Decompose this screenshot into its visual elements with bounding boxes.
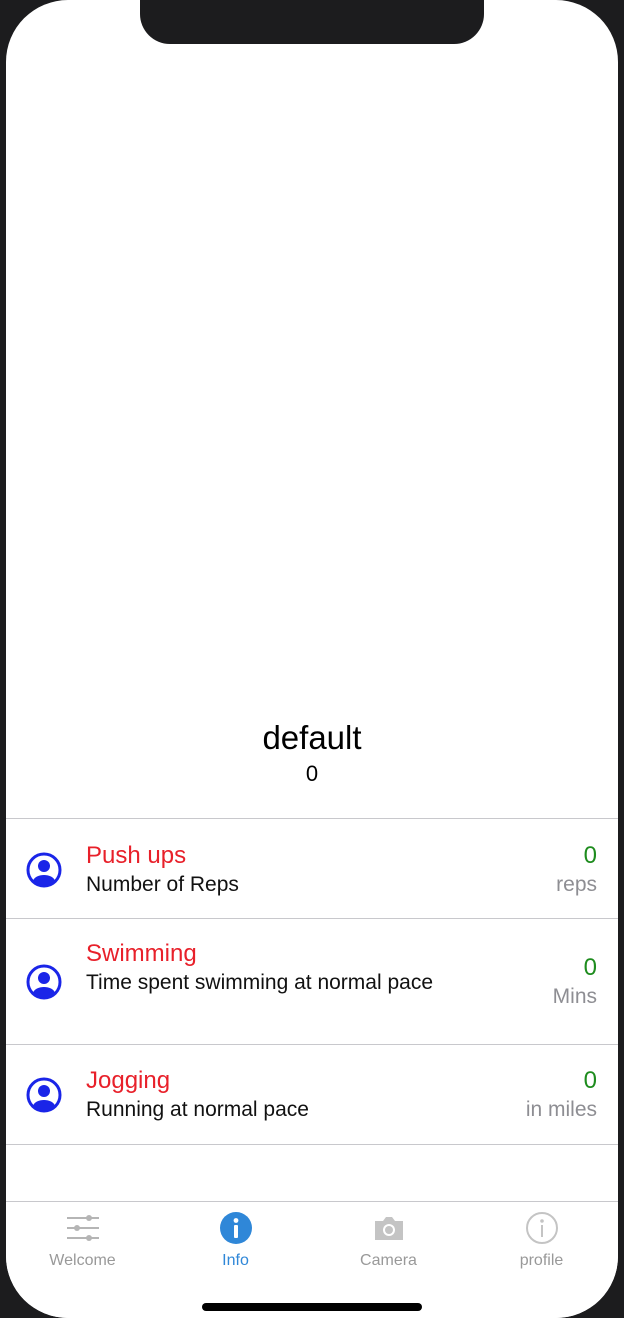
exercise-value: 0 — [583, 842, 597, 869]
exercise-description: Running at normal pace — [86, 1098, 309, 1121]
exercise-metric: 0 reps — [556, 841, 597, 898]
info-filled-icon — [220, 1212, 252, 1244]
home-indicator[interactable] — [202, 1303, 422, 1311]
exercise-texts: Swimming Time spent swimming at normal p… — [86, 939, 436, 996]
exercise-title: Push ups — [86, 842, 187, 869]
summary-value: 0 — [305, 761, 319, 786]
tab-profile[interactable]: profile — [465, 1202, 618, 1282]
device-frame: default 0 Push ups Number of Reps 0 reps — [0, 0, 624, 1318]
info-outline-icon — [526, 1212, 558, 1244]
tab-label: Info — [222, 1252, 249, 1269]
exercise-row-jogging[interactable]: Jogging Running at normal pace 0 in mile… — [6, 1045, 618, 1145]
app-screen: default 0 Push ups Number of Reps 0 reps — [6, 0, 618, 1318]
exercise-metric: 0 Mins — [553, 953, 597, 1010]
exercise-unit: in miles — [525, 1098, 597, 1121]
exercise-metric: 0 in miles — [526, 1066, 597, 1123]
tab-bar: Welcome Info Camera profile — [6, 1201, 618, 1318]
user-avatar-icon — [26, 1077, 62, 1113]
tab-label: profile — [519, 1252, 564, 1269]
device-notch — [140, 0, 484, 44]
tab-welcome[interactable]: Welcome — [6, 1202, 159, 1282]
summary-header: default 0 — [6, 718, 618, 788]
tab-info[interactable]: Info — [159, 1202, 312, 1282]
user-avatar-icon — [26, 964, 62, 1000]
exercise-description: Number of Reps — [86, 873, 239, 896]
tab-label: Camera — [360, 1252, 417, 1269]
tab-label: Welcome — [49, 1252, 116, 1269]
summary-title: default — [262, 719, 362, 756]
camera-icon — [375, 1217, 403, 1240]
exercise-value: 0 — [583, 954, 597, 981]
exercise-texts: Jogging Running at normal pace — [86, 1066, 436, 1123]
exercise-texts: Push ups Number of Reps — [86, 841, 436, 898]
exercise-value: 0 — [583, 1067, 597, 1094]
exercise-unit: Mins — [552, 985, 597, 1008]
exercise-unit: reps — [556, 873, 597, 896]
exercise-row-push-ups[interactable]: Push ups Number of Reps 0 reps — [6, 819, 618, 919]
exercise-list: Push ups Number of Reps 0 reps Swimming … — [6, 818, 618, 1145]
sliders-icon — [67, 1215, 99, 1241]
user-avatar-icon — [26, 852, 62, 888]
exercise-description: Time spent swimming at normal pace — [86, 971, 434, 994]
exercise-row-swimming[interactable]: Swimming Time spent swimming at normal p… — [6, 919, 618, 1045]
exercise-title: Swimming — [86, 940, 197, 967]
exercise-title: Jogging — [86, 1067, 171, 1094]
tab-camera[interactable]: Camera — [312, 1202, 465, 1282]
